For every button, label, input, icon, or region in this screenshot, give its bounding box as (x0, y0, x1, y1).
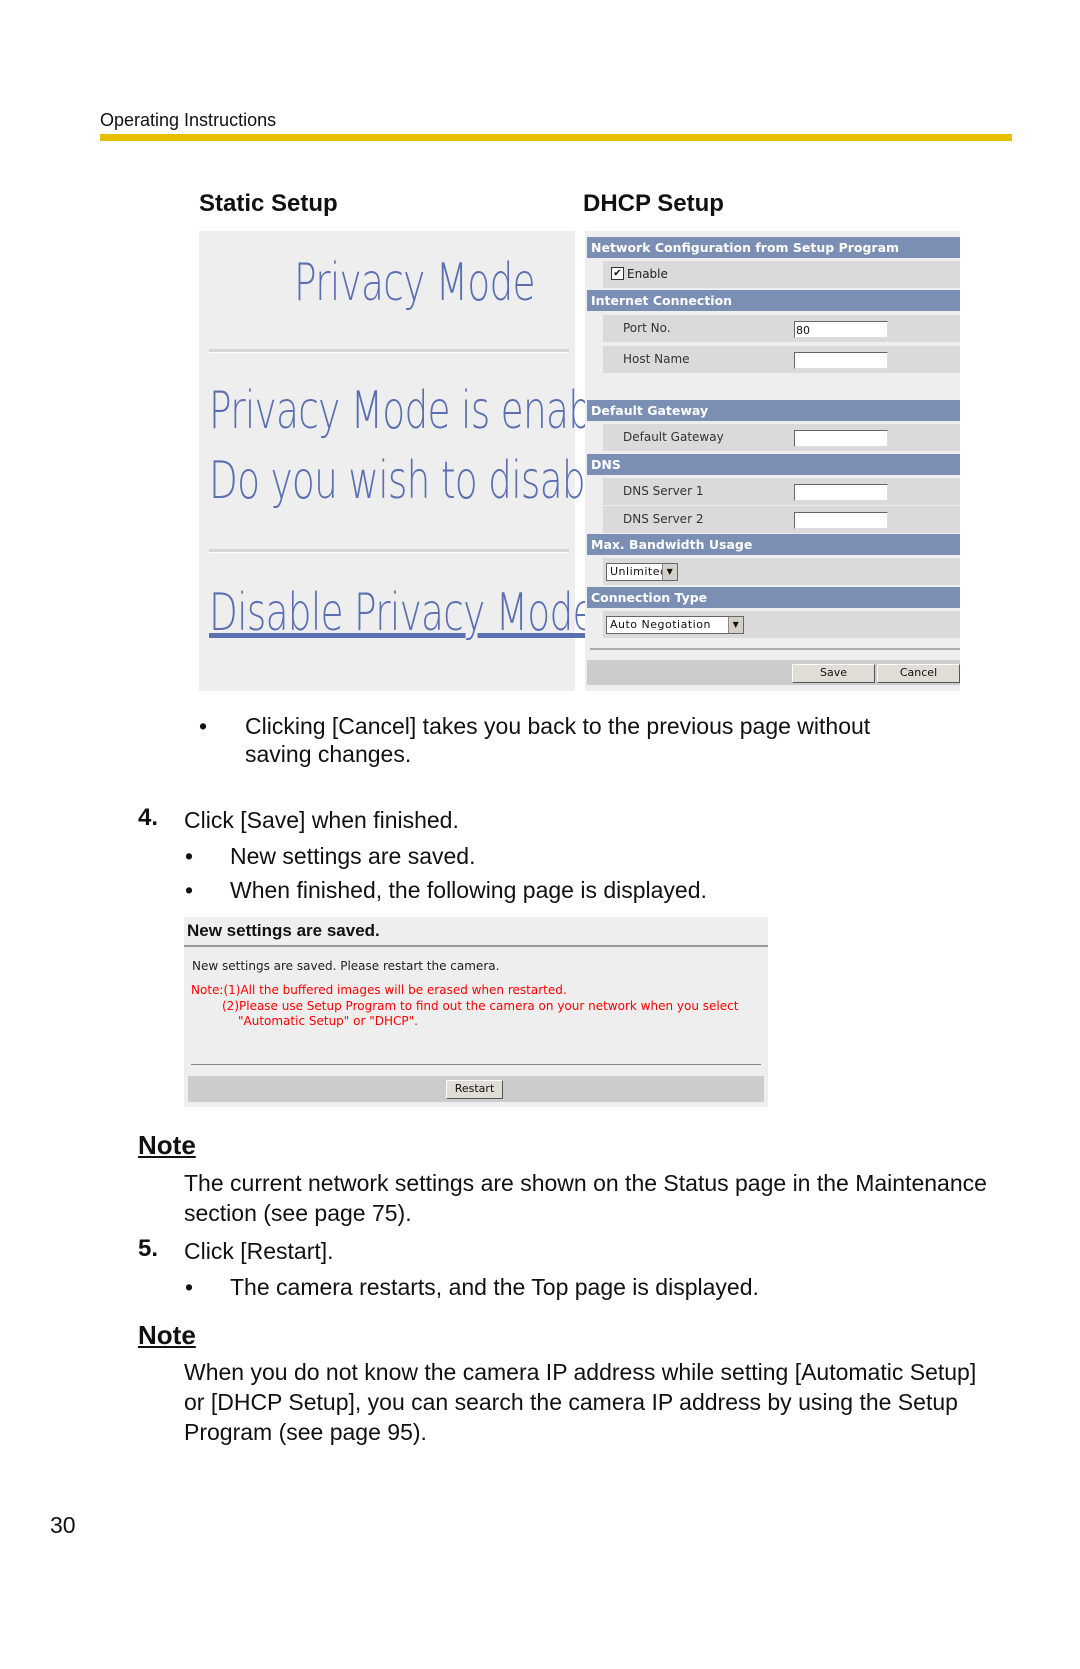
gateway-row: Default Gateway (603, 424, 796, 451)
bullet: • (185, 843, 194, 869)
host-label: Host Name (623, 352, 690, 366)
header-rule (100, 134, 1012, 141)
privacy-mode-title: Privacy Mode (294, 253, 536, 313)
step-4-number: 4. (138, 804, 159, 831)
divider (209, 349, 569, 353)
note-1-line1: The current network settings are shown o… (184, 1170, 987, 1196)
connection-type-select[interactable]: Auto Negotiation ▼ (606, 616, 744, 634)
enable-row: ✔ Enable (603, 261, 960, 288)
note-2-line2: or [DHCP Setup], you can search the came… (184, 1389, 958, 1415)
chevron-down-icon: ▼ (728, 617, 743, 633)
gateway-input[interactable] (794, 430, 888, 447)
settings-saved-screenshot: New settings are saved. New settings are… (184, 917, 768, 1107)
divider (590, 648, 960, 650)
divider (184, 945, 768, 947)
note-1-line2: section (see page 75). (184, 1200, 412, 1226)
save-button[interactable]: Save (792, 664, 875, 683)
step-5-text: Click [Restart]. (184, 1238, 334, 1264)
page-number: 30 (50, 1512, 76, 1538)
section-gateway: Default Gateway (587, 400, 960, 421)
note-heading: Note (138, 1320, 196, 1350)
bullet: • (199, 713, 208, 739)
dhcp-setup-heading: DHCP Setup (583, 190, 724, 217)
enable-checkbox[interactable]: ✔ (611, 267, 624, 280)
cancel-button[interactable]: Cancel (877, 664, 960, 683)
divider (209, 549, 569, 553)
saved-message: New settings are saved. Please restart t… (192, 959, 500, 973)
enable-label: Enable (627, 267, 668, 281)
section-internet: Internet Connection (587, 290, 960, 311)
host-row: Host Name (603, 346, 796, 373)
step-4-bullet-1: New settings are saved. (230, 843, 476, 869)
port-label: Port No. (623, 321, 671, 335)
disable-privacy-mode-link[interactable]: Disable Privacy Mode (209, 583, 596, 643)
privacy-message-2: Do you wish to disable? (209, 451, 637, 511)
section-dns: DNS (587, 454, 960, 475)
note-2-line1: When you do not know the camera IP addre… (184, 1359, 977, 1385)
cancel-note-line1: Clicking [Cancel] takes you back to the … (245, 713, 871, 739)
dns2-row: DNS Server 2 (603, 506, 796, 533)
cancel-note-line2: saving changes. (245, 741, 412, 767)
bullet: • (185, 1274, 194, 1300)
note-2-line3: Program (see page 95). (184, 1419, 427, 1445)
page: Operating Instructions Static Setup DHCP… (0, 0, 1080, 1669)
gateway-label: Default Gateway (623, 430, 724, 444)
privacy-mode-screenshot: Privacy Mode Privacy Mode is enabled. Do… (199, 231, 658, 691)
running-header: Operating Instructions (100, 110, 277, 130)
bandwidth-select[interactable]: Unlimited ▼ (606, 563, 678, 581)
bullet: • (185, 877, 194, 903)
section-network-config: Network Configuration from Setup Program (587, 237, 960, 258)
note-2: (2)Please use Setup Program to find out … (222, 999, 739, 1013)
dns2-label: DNS Server 2 (623, 512, 704, 526)
dhcp-setup-screenshot: Network Configuration from Setup Program… (585, 231, 960, 691)
dns1-input[interactable] (794, 484, 888, 501)
port-input[interactable]: 80 (794, 321, 888, 338)
note-heading: Note (138, 1130, 196, 1160)
bandwidth-value: Unlimited (610, 565, 668, 578)
divider (191, 1064, 761, 1065)
section-bandwidth: Max. Bandwidth Usage (587, 534, 960, 555)
dns1-row: DNS Server 1 (603, 478, 796, 505)
dns1-label: DNS Server 1 (623, 484, 704, 498)
port-row: Port No. (603, 315, 796, 342)
step-4-text: Click [Save] when finished. (184, 807, 459, 833)
host-input[interactable] (794, 352, 888, 369)
chevron-down-icon: ▼ (662, 564, 677, 580)
step-5-number: 5. (138, 1235, 159, 1262)
connection-value: Auto Negotiation (610, 618, 711, 631)
dns2-input[interactable] (794, 512, 888, 529)
static-setup-heading: Static Setup (199, 190, 338, 217)
note-1: Note:(1)All the buffered images will be … (191, 983, 567, 997)
restart-button[interactable]: Restart (446, 1080, 503, 1099)
note-3: "Automatic Setup" or "DHCP". (238, 1014, 418, 1028)
section-connection: Connection Type (587, 587, 960, 608)
saved-title: New settings are saved. (187, 921, 380, 940)
step-5-bullet-1: The camera restarts, and the Top page is… (230, 1274, 759, 1300)
step-4-bullet-2: When finished, the following page is dis… (230, 877, 707, 903)
